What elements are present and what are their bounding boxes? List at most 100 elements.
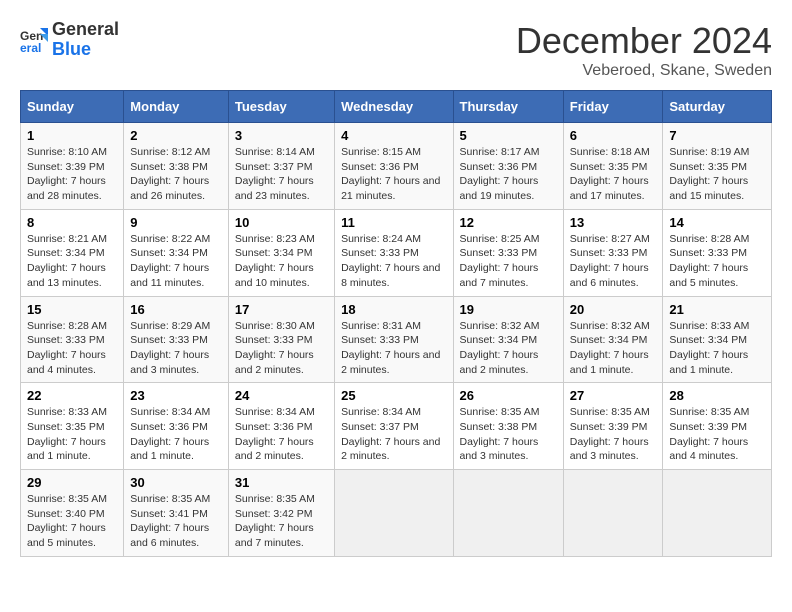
calendar-cell (453, 470, 563, 557)
calendar-cell: 3 Sunrise: 8:14 AM Sunset: 3:37 PM Dayli… (228, 123, 334, 210)
day-number: 11 (341, 215, 446, 230)
calendar-cell: 13 Sunrise: 8:27 AM Sunset: 3:33 PM Dayl… (563, 209, 663, 296)
header-day-thursday: Thursday (453, 91, 563, 123)
calendar-cell: 20 Sunrise: 8:32 AM Sunset: 3:34 PM Dayl… (563, 296, 663, 383)
calendar-cell: 26 Sunrise: 8:35 AM Sunset: 3:38 PM Dayl… (453, 383, 563, 470)
calendar-cell: 17 Sunrise: 8:30 AM Sunset: 3:33 PM Dayl… (228, 296, 334, 383)
calendar-cell: 31 Sunrise: 8:35 AM Sunset: 3:42 PM Dayl… (228, 470, 334, 557)
day-number: 15 (27, 302, 117, 317)
day-number: 1 (27, 128, 117, 143)
calendar-cell: 30 Sunrise: 8:35 AM Sunset: 3:41 PM Dayl… (124, 470, 229, 557)
day-number: 29 (27, 475, 117, 490)
calendar-cell: 19 Sunrise: 8:32 AM Sunset: 3:34 PM Dayl… (453, 296, 563, 383)
day-number: 10 (235, 215, 328, 230)
day-number: 30 (130, 475, 222, 490)
calendar-cell: 7 Sunrise: 8:19 AM Sunset: 3:35 PM Dayli… (663, 123, 772, 210)
svg-text:eral: eral (20, 41, 41, 54)
day-info: Sunrise: 8:10 AM Sunset: 3:39 PM Dayligh… (27, 145, 117, 204)
day-number: 2 (130, 128, 222, 143)
calendar-cell: 6 Sunrise: 8:18 AM Sunset: 3:35 PM Dayli… (563, 123, 663, 210)
calendar-body: 1 Sunrise: 8:10 AM Sunset: 3:39 PM Dayli… (21, 123, 772, 557)
day-number: 21 (669, 302, 765, 317)
day-info: Sunrise: 8:28 AM Sunset: 3:33 PM Dayligh… (669, 232, 765, 291)
day-number: 3 (235, 128, 328, 143)
day-number: 5 (460, 128, 557, 143)
calendar-cell: 10 Sunrise: 8:23 AM Sunset: 3:34 PM Dayl… (228, 209, 334, 296)
calendar-cell: 25 Sunrise: 8:34 AM Sunset: 3:37 PM Dayl… (335, 383, 453, 470)
day-info: Sunrise: 8:35 AM Sunset: 3:41 PM Dayligh… (130, 492, 222, 551)
calendar-cell: 2 Sunrise: 8:12 AM Sunset: 3:38 PM Dayli… (124, 123, 229, 210)
calendar-cell: 18 Sunrise: 8:31 AM Sunset: 3:33 PM Dayl… (335, 296, 453, 383)
day-number: 13 (570, 215, 657, 230)
day-info: Sunrise: 8:29 AM Sunset: 3:33 PM Dayligh… (130, 319, 222, 378)
day-info: Sunrise: 8:34 AM Sunset: 3:37 PM Dayligh… (341, 405, 446, 464)
day-info: Sunrise: 8:35 AM Sunset: 3:39 PM Dayligh… (570, 405, 657, 464)
day-info: Sunrise: 8:22 AM Sunset: 3:34 PM Dayligh… (130, 232, 222, 291)
calendar-cell: 11 Sunrise: 8:24 AM Sunset: 3:33 PM Dayl… (335, 209, 453, 296)
calendar-cell: 14 Sunrise: 8:28 AM Sunset: 3:33 PM Dayl… (663, 209, 772, 296)
day-number: 20 (570, 302, 657, 317)
day-number: 12 (460, 215, 557, 230)
calendar-week-2: 8 Sunrise: 8:21 AM Sunset: 3:34 PM Dayli… (21, 209, 772, 296)
day-info: Sunrise: 8:34 AM Sunset: 3:36 PM Dayligh… (130, 405, 222, 464)
day-info: Sunrise: 8:35 AM Sunset: 3:38 PM Dayligh… (460, 405, 557, 464)
calendar-cell: 23 Sunrise: 8:34 AM Sunset: 3:36 PM Dayl… (124, 383, 229, 470)
day-number: 26 (460, 388, 557, 403)
logo-icon: Gen eral (20, 26, 48, 54)
logo-blue-text: Blue (52, 39, 91, 59)
day-number: 17 (235, 302, 328, 317)
calendar-cell: 15 Sunrise: 8:28 AM Sunset: 3:33 PM Dayl… (21, 296, 124, 383)
day-info: Sunrise: 8:30 AM Sunset: 3:33 PM Dayligh… (235, 319, 328, 378)
day-info: Sunrise: 8:31 AM Sunset: 3:33 PM Dayligh… (341, 319, 446, 378)
day-info: Sunrise: 8:28 AM Sunset: 3:33 PM Dayligh… (27, 319, 117, 378)
logo: Gen eral General Blue (20, 20, 119, 60)
page-header: Gen eral General Blue December 2024 Vebe… (20, 20, 772, 80)
day-info: Sunrise: 8:17 AM Sunset: 3:36 PM Dayligh… (460, 145, 557, 204)
calendar-cell: 4 Sunrise: 8:15 AM Sunset: 3:36 PM Dayli… (335, 123, 453, 210)
calendar-cell: 5 Sunrise: 8:17 AM Sunset: 3:36 PM Dayli… (453, 123, 563, 210)
header-day-sunday: Sunday (21, 91, 124, 123)
calendar-header: SundayMondayTuesdayWednesdayThursdayFrid… (21, 91, 772, 123)
day-number: 14 (669, 215, 765, 230)
logo-general-text: General (52, 19, 119, 39)
day-info: Sunrise: 8:14 AM Sunset: 3:37 PM Dayligh… (235, 145, 328, 204)
calendar-cell (563, 470, 663, 557)
day-info: Sunrise: 8:35 AM Sunset: 3:39 PM Dayligh… (669, 405, 765, 464)
day-number: 24 (235, 388, 328, 403)
calendar-week-1: 1 Sunrise: 8:10 AM Sunset: 3:39 PM Dayli… (21, 123, 772, 210)
day-info: Sunrise: 8:32 AM Sunset: 3:34 PM Dayligh… (570, 319, 657, 378)
day-info: Sunrise: 8:24 AM Sunset: 3:33 PM Dayligh… (341, 232, 446, 291)
day-info: Sunrise: 8:19 AM Sunset: 3:35 PM Dayligh… (669, 145, 765, 204)
day-number: 19 (460, 302, 557, 317)
calendar-cell (335, 470, 453, 557)
day-info: Sunrise: 8:15 AM Sunset: 3:36 PM Dayligh… (341, 145, 446, 204)
calendar-cell: 8 Sunrise: 8:21 AM Sunset: 3:34 PM Dayli… (21, 209, 124, 296)
day-number: 27 (570, 388, 657, 403)
day-info: Sunrise: 8:12 AM Sunset: 3:38 PM Dayligh… (130, 145, 222, 204)
day-number: 31 (235, 475, 328, 490)
calendar-title: December 2024 (516, 20, 772, 62)
calendar-cell: 16 Sunrise: 8:29 AM Sunset: 3:33 PM Dayl… (124, 296, 229, 383)
calendar-cell: 29 Sunrise: 8:35 AM Sunset: 3:40 PM Dayl… (21, 470, 124, 557)
header-day-monday: Monday (124, 91, 229, 123)
day-number: 16 (130, 302, 222, 317)
day-number: 9 (130, 215, 222, 230)
day-info: Sunrise: 8:27 AM Sunset: 3:33 PM Dayligh… (570, 232, 657, 291)
calendar-cell: 12 Sunrise: 8:25 AM Sunset: 3:33 PM Dayl… (453, 209, 563, 296)
day-info: Sunrise: 8:35 AM Sunset: 3:42 PM Dayligh… (235, 492, 328, 551)
calendar-cell: 1 Sunrise: 8:10 AM Sunset: 3:39 PM Dayli… (21, 123, 124, 210)
day-info: Sunrise: 8:35 AM Sunset: 3:40 PM Dayligh… (27, 492, 117, 551)
day-info: Sunrise: 8:18 AM Sunset: 3:35 PM Dayligh… (570, 145, 657, 204)
day-info: Sunrise: 8:33 AM Sunset: 3:34 PM Dayligh… (669, 319, 765, 378)
header-day-tuesday: Tuesday (228, 91, 334, 123)
day-number: 8 (27, 215, 117, 230)
header-day-friday: Friday (563, 91, 663, 123)
calendar-cell: 21 Sunrise: 8:33 AM Sunset: 3:34 PM Dayl… (663, 296, 772, 383)
calendar-table: SundayMondayTuesdayWednesdayThursdayFrid… (20, 90, 772, 557)
day-number: 18 (341, 302, 446, 317)
day-info: Sunrise: 8:25 AM Sunset: 3:33 PM Dayligh… (460, 232, 557, 291)
calendar-cell: 9 Sunrise: 8:22 AM Sunset: 3:34 PM Dayli… (124, 209, 229, 296)
title-block: December 2024 Veberoed, Skane, Sweden (516, 20, 772, 80)
day-number: 22 (27, 388, 117, 403)
header-day-saturday: Saturday (663, 91, 772, 123)
